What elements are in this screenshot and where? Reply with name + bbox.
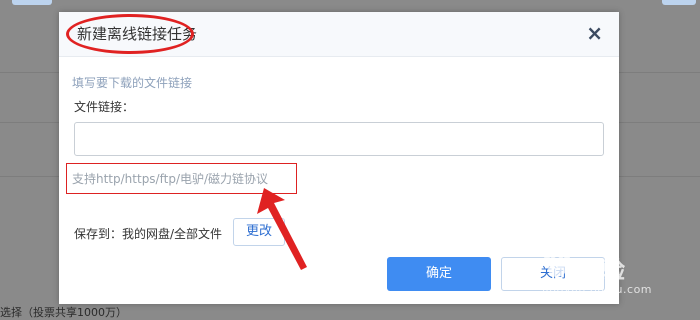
background-button	[662, 0, 696, 5]
background-button	[12, 0, 52, 5]
close-icon[interactable]: ×	[586, 23, 603, 43]
save-location-label: 保存到：我的网盘/全部文件	[74, 227, 223, 241]
watermark-url: jingyan.baidu.com	[542, 283, 653, 296]
confirm-button[interactable]: 确定	[387, 257, 491, 291]
offline-download-dialog: 新建离线链接任务 × 填写要下载的文件链接 文件链接： 支持http/https…	[59, 12, 619, 304]
watermark-title: 经验	[578, 258, 626, 284]
red-arrow-annotation	[257, 188, 307, 270]
title-highlight-ellipse	[66, 14, 194, 54]
background-status-text: 选择（投票共享1000万）	[0, 306, 127, 319]
file-link-input[interactable]	[74, 122, 604, 156]
paw-icon	[543, 249, 571, 277]
link-hint-text: 填写要下载的文件链接	[72, 76, 193, 90]
baidu-jingyan-watermark: 经验 jingyan.baidu.com	[536, 243, 686, 299]
file-link-label: 文件链接：	[74, 100, 135, 114]
